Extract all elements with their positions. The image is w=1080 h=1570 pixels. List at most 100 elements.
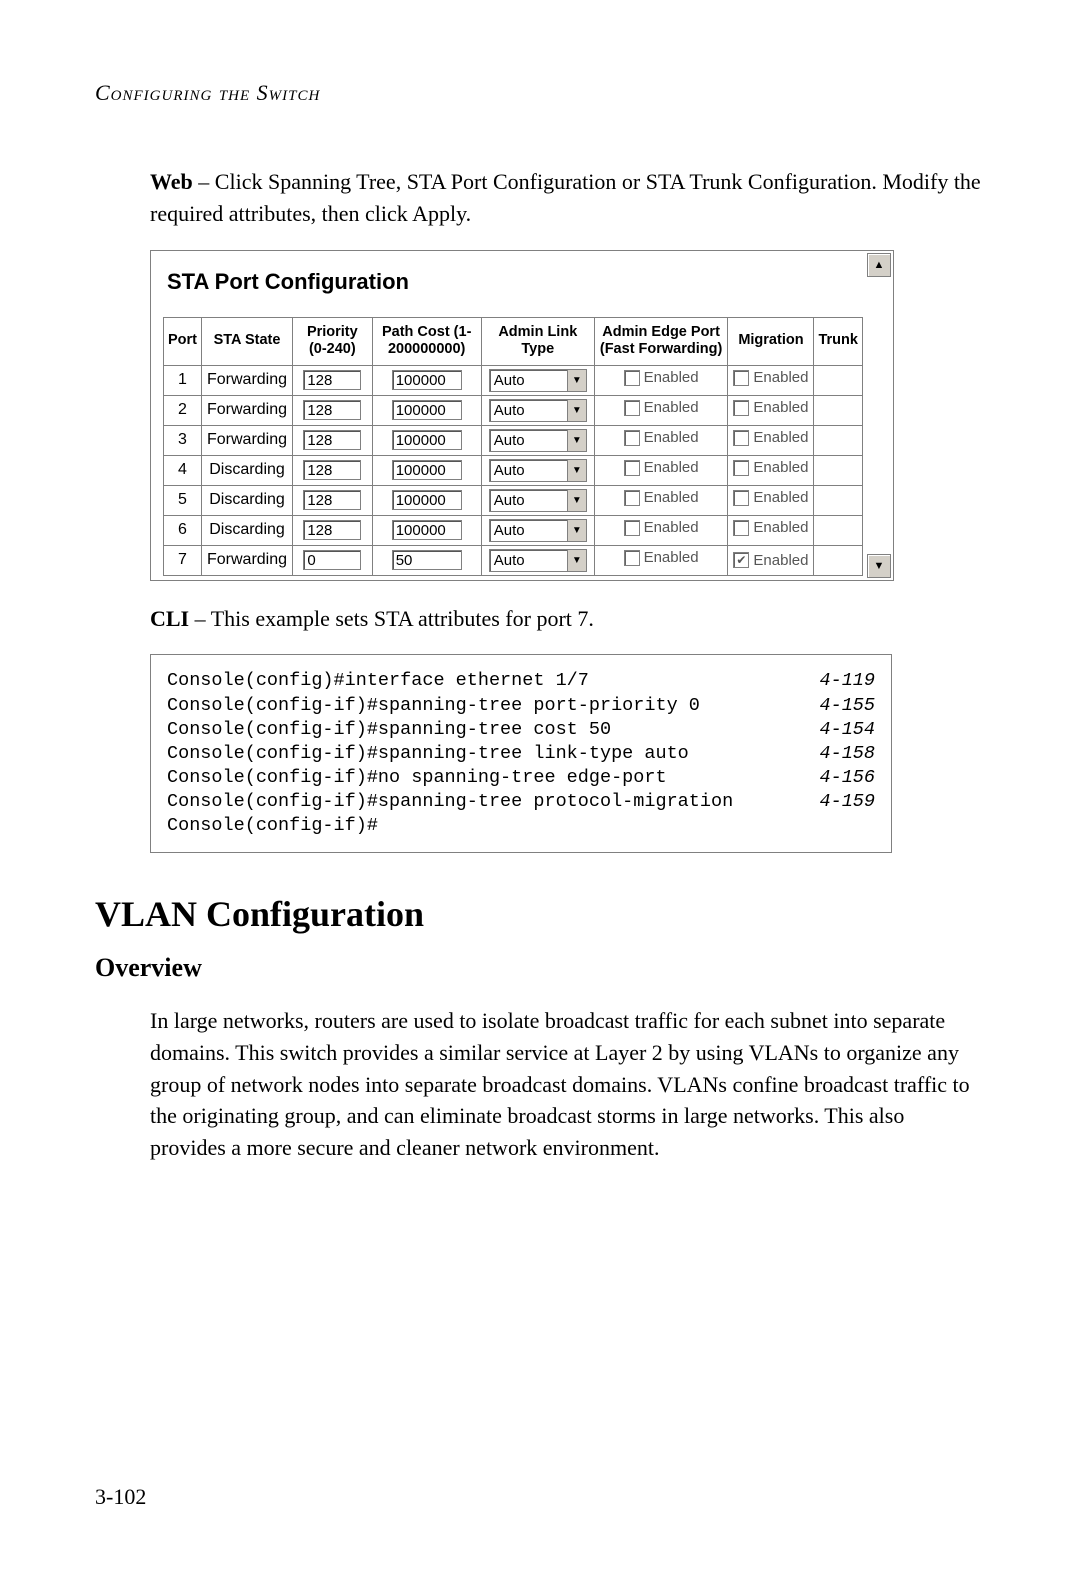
cell-edge: Enabled [594,455,728,485]
cell-edge: Enabled [594,395,728,425]
cell-cost [372,485,481,515]
edge-port-checkbox[interactable] [624,400,640,416]
table-header-row: Port STA State Priority (0-240) Path Cos… [164,317,863,365]
cell-trunk [814,545,863,575]
cell-link: Auto▼ [481,485,594,515]
migration-checkbox[interactable] [733,520,749,536]
enabled-label: Enabled [644,489,699,506]
migration-checkbox[interactable] [733,370,749,386]
table-row: 2ForwardingAuto▼EnabledEnabled [164,395,863,425]
edge-port-checkbox[interactable] [624,460,640,476]
cell-migration: Enabled [728,515,814,545]
edge-port-checkbox[interactable] [624,550,640,566]
overview-paragraph: In large networks, routers are used to i… [150,1005,985,1164]
cell-migration: Enabled [728,455,814,485]
enabled-label: Enabled [644,519,699,536]
cli-paragraph: CLI – This example sets STA attributes f… [150,603,985,635]
chevron-down-icon: ▼ [567,460,586,481]
cell-priority [293,365,373,395]
link-type-select[interactable]: Auto▼ [489,369,587,392]
path-cost-input[interactable] [392,550,462,570]
priority-input[interactable] [303,430,361,450]
scroll-up-button[interactable]: ▲ [867,253,891,277]
path-cost-input[interactable] [392,430,462,450]
table-row: 4DiscardingAuto▼EnabledEnabled [164,455,863,485]
enabled-label: Enabled [753,399,808,416]
cell-migration: Enabled [728,395,814,425]
link-type-select[interactable]: Auto▼ [489,549,587,572]
cli-line: Console(config-if)#spanning-tree protoco… [167,790,875,814]
priority-input[interactable] [303,400,361,420]
cell-priority [293,515,373,545]
link-type-select[interactable]: Auto▼ [489,399,587,422]
cli-line: Console(config-if)#no spanning-tree edge… [167,766,875,790]
cell-edge: Enabled [594,545,728,575]
cell-migration: Enabled [728,365,814,395]
cell-trunk [814,395,863,425]
cli-command: Console(config-if)# [167,814,378,838]
path-cost-input[interactable] [392,460,462,480]
cell-trunk [814,485,863,515]
priority-input[interactable] [303,490,361,510]
migration-checkbox[interactable] [733,460,749,476]
edge-port-checkbox[interactable] [624,490,640,506]
enabled-label: Enabled [644,369,699,386]
cli-block: Console(config)#interface ethernet 1/74-… [150,654,892,852]
enabled-label: Enabled [644,399,699,416]
cell-state: Forwarding [202,425,293,455]
cell-priority [293,395,373,425]
cell-trunk [814,455,863,485]
edge-port-checkbox[interactable] [624,520,640,536]
cell-cost [372,455,481,485]
cli-line: Console(config-if)# [167,814,875,838]
cell-link: Auto▼ [481,365,594,395]
cell-migration: Enabled [728,425,814,455]
cell-link: Auto▼ [481,455,594,485]
scroll-down-button[interactable]: ▼ [867,554,891,578]
edge-port-checkbox[interactable] [624,430,640,446]
cell-priority [293,485,373,515]
enabled-label: Enabled [753,552,808,569]
enabled-label: Enabled [644,459,699,476]
table-row: 7ForwardingAuto▼Enabled✔Enabled [164,545,863,575]
running-head: Configuring the Switch [95,80,985,106]
cell-edge: Enabled [594,515,728,545]
cell-state: Forwarding [202,395,293,425]
enabled-label: Enabled [753,429,808,446]
cli-reference: 4-156 [799,766,875,790]
sta-title: STA Port Configuration [163,263,863,317]
migration-checkbox[interactable]: ✔ [733,552,749,568]
path-cost-input[interactable] [392,370,462,390]
col-edge: Admin Edge Port (Fast Forwarding) [594,317,728,365]
cli-line: Console(config)#interface ethernet 1/74-… [167,669,875,693]
cell-cost [372,515,481,545]
edge-port-checkbox[interactable] [624,370,640,386]
chevron-up-icon: ▲ [874,259,885,271]
cell-trunk [814,365,863,395]
subsection-heading: Overview [95,953,985,983]
chevron-down-icon: ▼ [567,520,586,541]
link-type-select[interactable]: Auto▼ [489,429,587,452]
migration-checkbox[interactable] [733,430,749,446]
path-cost-input[interactable] [392,490,462,510]
path-cost-input[interactable] [392,520,462,540]
path-cost-input[interactable] [392,400,462,420]
cell-state: Discarding [202,485,293,515]
link-type-select[interactable]: Auto▼ [489,519,587,542]
link-type-select[interactable]: Auto▼ [489,489,587,512]
cell-cost [372,395,481,425]
migration-checkbox[interactable] [733,490,749,506]
cell-edge: Enabled [594,425,728,455]
priority-input[interactable] [303,460,361,480]
migration-checkbox[interactable] [733,400,749,416]
priority-input[interactable] [303,520,361,540]
priority-input[interactable] [303,370,361,390]
table-row: 6DiscardingAuto▼EnabledEnabled [164,515,863,545]
cell-priority [293,425,373,455]
link-type-select[interactable]: Auto▼ [489,459,587,482]
chevron-down-icon: ▼ [874,560,885,572]
section-heading: VLAN Configuration [95,893,985,935]
cli-reference: 4-155 [799,694,875,718]
web-lead: Web [150,169,193,194]
priority-input[interactable] [303,550,361,570]
